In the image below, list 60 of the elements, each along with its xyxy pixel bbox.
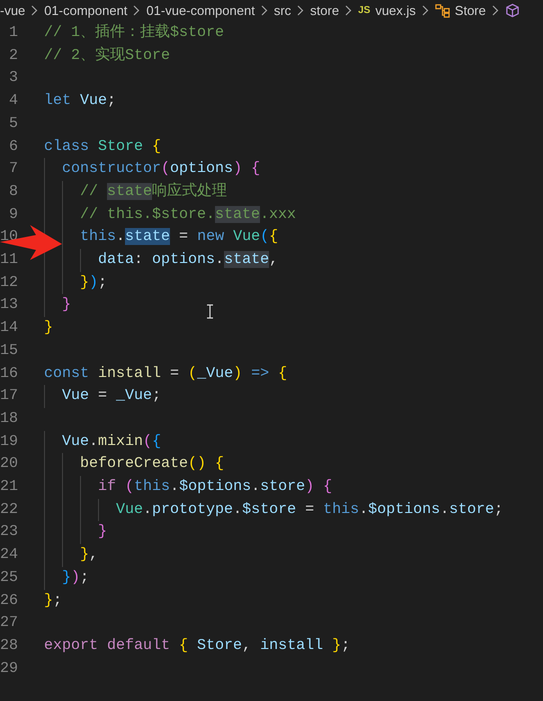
line-number: 6 [8,136,18,157]
line-number: 18 [0,408,18,429]
line-number: 21 [0,477,18,498]
line-number: 28 [0,636,18,656]
breadcrumb-item[interactable]: store [310,0,340,20]
breadcrumb-item[interactable]: vuex.js [375,0,416,20]
code-line: // state响应式处理 [80,181,228,202]
code-line: } [62,295,72,316]
line-number: 10 [0,227,18,248]
code-line: }); [62,568,90,588]
code-line: constructor(options) { [62,159,260,180]
line-number: 7 [8,159,18,180]
line-number: 5 [8,114,18,134]
line-number: 15 [0,340,18,361]
js-file-icon: JS [358,3,370,18]
line-number: 11 [0,250,18,270]
code-line: Vue = _Vue; [62,386,162,406]
code-line: Vue.mixin({ [62,432,162,452]
line-number: 4 [8,91,18,112]
code-line: beforeCreate() { [80,454,224,474]
code-line: data: options.state, [98,250,278,270]
line-number: 17 [0,386,18,406]
code-line: Vue.prototype.$store = this.$options.store; [116,500,504,520]
code-line: export default { Store, install }; [44,636,350,656]
code-line: let Vue; [44,91,116,112]
line-number: 20 [0,454,18,474]
line-number: 14 [0,318,18,338]
breadcrumb-item[interactable]: -vue [0,0,26,20]
breadcrumb-item[interactable]: Store [454,0,486,20]
line-number: 16 [0,364,18,384]
code-line: class Store { [44,136,162,157]
line-number: 26 [0,590,18,611]
line-number: 2 [8,46,18,66]
line-number: 9 [8,204,18,225]
line-number: 3 [8,68,18,88]
line-number: 19 [0,432,18,452]
line-number: 22 [0,500,18,520]
line-number: 1 [8,23,18,43]
code-line: } [44,318,54,338]
line-number: 23 [0,522,18,542]
code-line: this.state = new Vue({ [80,227,278,248]
code-line: // this.$store.state.xxx [80,204,296,225]
code-line: const install = (_Vue) => { [44,364,288,384]
line-number: 12 [0,272,18,293]
line-number: 8 [8,182,18,202]
breadcrumb-item[interactable]: 01-vue-component [146,0,255,20]
line-number: 27 [0,613,18,634]
breadcrumb-item[interactable]: 01-component [44,0,128,20]
code-line: // 2、实现Store [44,46,170,66]
line-number: 24 [0,545,18,566]
code-line: }); [80,272,108,293]
code-line: }, [80,545,98,566]
line-number: 29 [0,658,18,679]
line-number: 25 [0,568,18,588]
line-number: 13 [0,295,18,316]
code-line: }; [44,590,62,611]
code-line: } [98,522,108,542]
code-line: // 1、插件：挂载$store [44,22,224,43]
code-line: if (this.$options.store) { [98,477,332,498]
breadcrumb-item[interactable]: src [274,0,292,20]
